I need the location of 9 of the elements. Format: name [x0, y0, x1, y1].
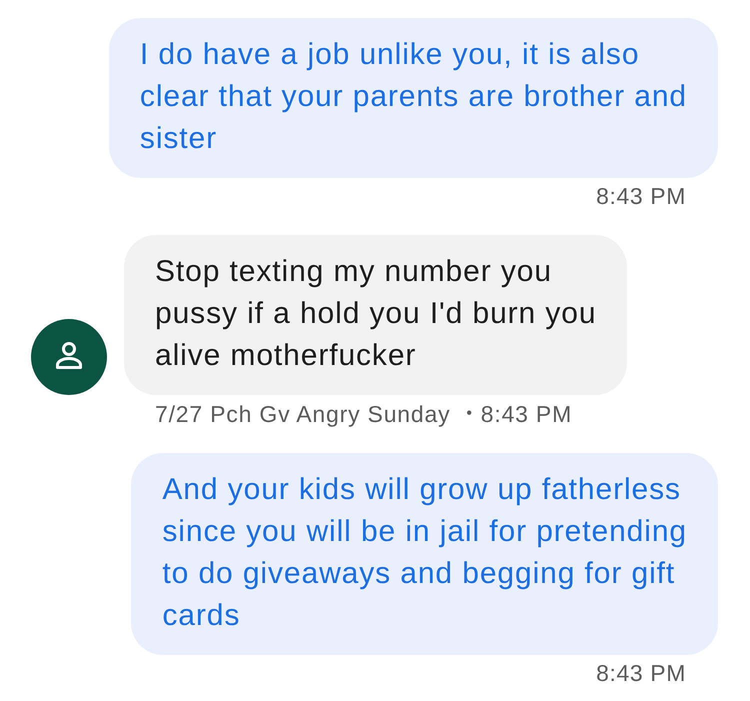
message-bubble: I do have a job unlike you, it is also clear that your parents are brother and sister	[108, 18, 718, 178]
message-time: 8:43 PM	[596, 183, 687, 209]
message-bubble: And your kids will grow up fatherless since you will be in jail for pretending to do giveaways and begging for gift cards	[131, 453, 718, 655]
message-bubble: Stop texting my number you pussy if a hold you I'd burn you alive motherfucker	[124, 235, 628, 395]
message-time: 8:43 PM	[480, 401, 572, 427]
contact-avatar-icon	[31, 319, 107, 395]
sender-name: 7/27 Pch Gv Angry Sunday	[155, 401, 450, 427]
message-time: 8:43 PM	[596, 660, 687, 686]
separator-dot: •	[466, 404, 473, 424]
